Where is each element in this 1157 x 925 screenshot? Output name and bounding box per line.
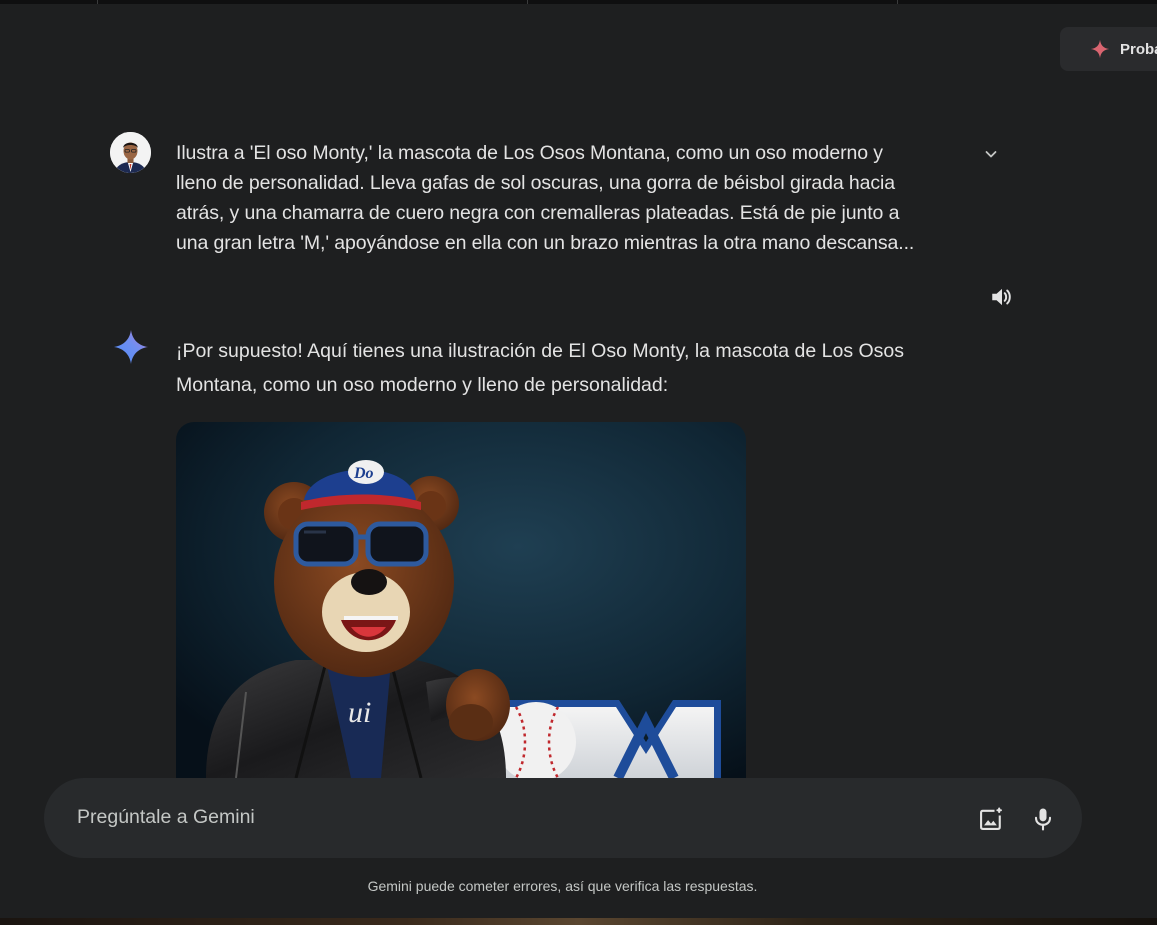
prompt-input-bar <box>44 778 1082 858</box>
window-top-strip <box>0 0 1157 4</box>
user-avatar-icon <box>110 132 151 173</box>
svg-text:Do: Do <box>353 465 374 482</box>
user-prompt-line: atrás, y una chamarra de cuero negra con… <box>176 202 900 224</box>
user-prompt-line: lleno de personalidad. Lleva gafas de so… <box>176 172 896 194</box>
user-avatar[interactable] <box>110 132 151 173</box>
user-prompt: Ilustra a 'El oso Monty,' la mascota de … <box>176 138 966 258</box>
try-button-label: Proba <box>1120 40 1157 58</box>
model-response-line: Montana, como un oso moderno y lleno de … <box>176 374 669 396</box>
read-aloud-button[interactable] <box>987 282 1017 312</box>
sparkle-icon <box>1090 39 1110 59</box>
add-image-icon <box>980 807 1002 830</box>
gemini-chat-page: Proba Ilustra a 'El oso Monty,' la masco… <box>0 0 1157 918</box>
bear-mascot-illustration: ui Do <box>176 422 746 778</box>
disclaimer-text: Gemini puede cometer errores, así que ve… <box>367 878 758 894</box>
microphone-button[interactable] <box>1026 802 1060 836</box>
volume-icon <box>992 288 1011 306</box>
user-prompt-line: Ilustra a 'El oso Monty,' la mascota de … <box>176 142 883 164</box>
chevron-down-icon <box>985 151 997 158</box>
generated-image[interactable]: ui Do <box>176 422 746 778</box>
svg-text:ui: ui <box>348 696 371 729</box>
model-response: ¡Por supuesto! Aquí tienes una ilustraci… <box>176 334 976 402</box>
desktop-wallpaper-strip <box>0 918 1157 925</box>
expand-prompt-button[interactable] <box>978 141 1004 167</box>
try-gemini-advanced-button[interactable]: Proba <box>1060 27 1157 71</box>
prompt-input[interactable] <box>77 806 957 829</box>
microphone-icon <box>1034 808 1052 831</box>
gemini-sparkle-icon <box>114 330 148 364</box>
model-response-line: ¡Por supuesto! Aquí tienes una ilustraci… <box>176 340 905 362</box>
add-image-button[interactable] <box>974 802 1008 836</box>
user-prompt-line: una gran letra 'M,' apoyándose en ella c… <box>176 232 915 254</box>
